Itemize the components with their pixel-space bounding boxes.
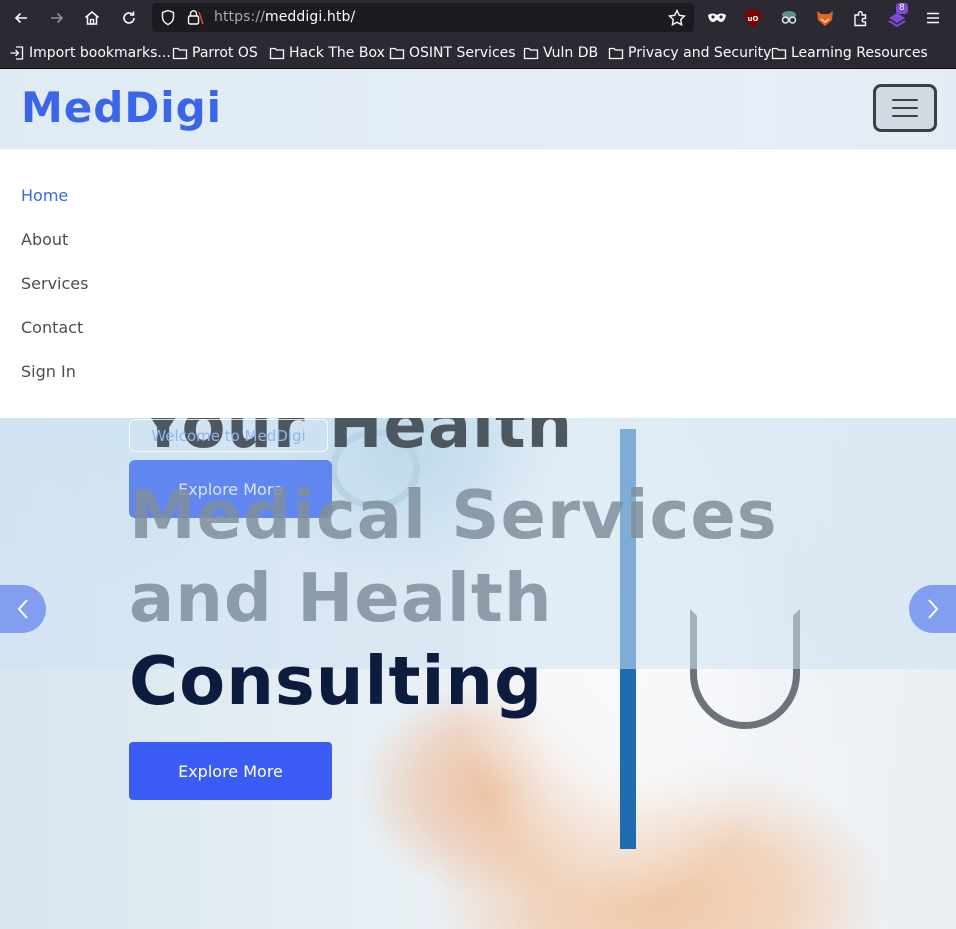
bookmark-privacy-security[interactable]: Privacy and Security — [608, 44, 771, 62]
bookmark-vuln-db[interactable]: Vuln DB — [523, 44, 598, 62]
chevron-left-icon — [17, 599, 28, 619]
brand-logo[interactable]: MedDigi — [21, 83, 222, 132]
import-icon — [10, 46, 24, 60]
toggler-bar — [892, 99, 918, 101]
forward-button[interactable] — [45, 6, 69, 30]
navbar-toggler-button[interactable] — [873, 84, 937, 132]
fox-extension-icon[interactable] — [814, 7, 836, 29]
lock-icon[interactable] — [186, 9, 204, 30]
toggler-bar — [892, 107, 918, 109]
bookmark-hack-the-box[interactable]: Hack The Box — [269, 44, 385, 62]
bookmarks-bar: Import bookmarks... Parrot OS Hack The B… — [0, 36, 956, 69]
home-button[interactable] — [80, 6, 104, 30]
hero-title: Medical Services and Health Consulting — [129, 474, 849, 723]
private-mask-icon[interactable] — [706, 7, 728, 29]
bookmark-label: Parrot OS — [192, 45, 258, 61]
extensions-puzzle-icon[interactable] — [850, 7, 872, 29]
forward-arrow-icon — [51, 12, 64, 24]
url-text[interactable]: https://meddigi.htb/ — [214, 9, 355, 25]
ublock-origin-icon[interactable]: uO — [742, 7, 764, 29]
nav-item-contact[interactable]: Contact — [21, 318, 83, 337]
site-navbar: MedDigi — [0, 69, 956, 149]
bookmark-learning-resources[interactable]: Learning Resources — [771, 44, 928, 62]
home-icon — [85, 11, 99, 25]
url-bar[interactable]: https://meddigi.htb/ — [152, 3, 694, 32]
folder-icon — [771, 47, 787, 60]
nav-item-about[interactable]: About — [21, 230, 68, 249]
nav-item-services[interactable]: Services — [21, 274, 88, 293]
bookmark-label: Hack The Box — [289, 45, 385, 61]
reload-button[interactable] — [117, 6, 141, 30]
svg-text:uO: uO — [748, 15, 759, 23]
bookmark-label: Import bookmarks... — [29, 45, 171, 61]
folder-icon — [172, 47, 188, 60]
notifications-extension-icon[interactable]: 8 — [886, 3, 908, 29]
bookmark-label: OSINT Services — [409, 45, 516, 61]
nav-menu: Home About Services Contact Sign In — [0, 149, 956, 418]
hero-title-line: Medical Services — [129, 476, 778, 554]
browser-toolbar: https://meddigi.htb/ uO 8 — [0, 0, 956, 36]
carousel-next-button[interactable] — [909, 585, 956, 633]
carousel-prev-button[interactable] — [0, 585, 46, 633]
bookmark-label: Privacy and Security — [628, 45, 772, 61]
url-host: meddigi.htb/ — [264, 9, 356, 25]
bookmark-osint-services[interactable]: OSINT Services — [389, 44, 516, 62]
welcome-badge: Welcome to MedDigi — [129, 419, 328, 452]
hero-title-line: and Health — [129, 559, 553, 637]
reload-icon — [123, 11, 135, 24]
bookmark-label: Learning Resources — [791, 45, 928, 61]
bookmark-star-icon[interactable] — [667, 8, 687, 30]
folder-icon — [608, 47, 624, 60]
extension-badge: 8 — [896, 3, 908, 14]
nav-item-sign-in[interactable]: Sign In — [21, 362, 76, 381]
nav-item-home[interactable]: Home — [21, 186, 68, 205]
folder-icon — [389, 47, 405, 60]
hamburger-menu-icon[interactable] — [922, 7, 944, 29]
shield-icon[interactable] — [160, 9, 176, 30]
page-viewport: Your Health Welcome to MedDigi Explore M… — [0, 69, 956, 929]
explore-more-button[interactable]: Explore More — [129, 742, 332, 800]
chevron-right-icon — [927, 599, 938, 619]
back-button[interactable] — [9, 6, 33, 30]
folder-icon — [523, 47, 539, 60]
bookmark-parrot-os[interactable]: Parrot OS — [172, 44, 258, 62]
back-arrow-icon — [14, 12, 27, 24]
bookmark-label: Vuln DB — [543, 45, 599, 61]
toggler-bar — [892, 115, 918, 117]
hero-title-line: Consulting — [129, 642, 544, 720]
url-scheme: https:// — [214, 9, 265, 25]
bookmark-import[interactable]: Import bookmarks... — [9, 44, 171, 62]
spy-extension-icon[interactable] — [778, 7, 800, 29]
folder-icon — [269, 47, 285, 60]
